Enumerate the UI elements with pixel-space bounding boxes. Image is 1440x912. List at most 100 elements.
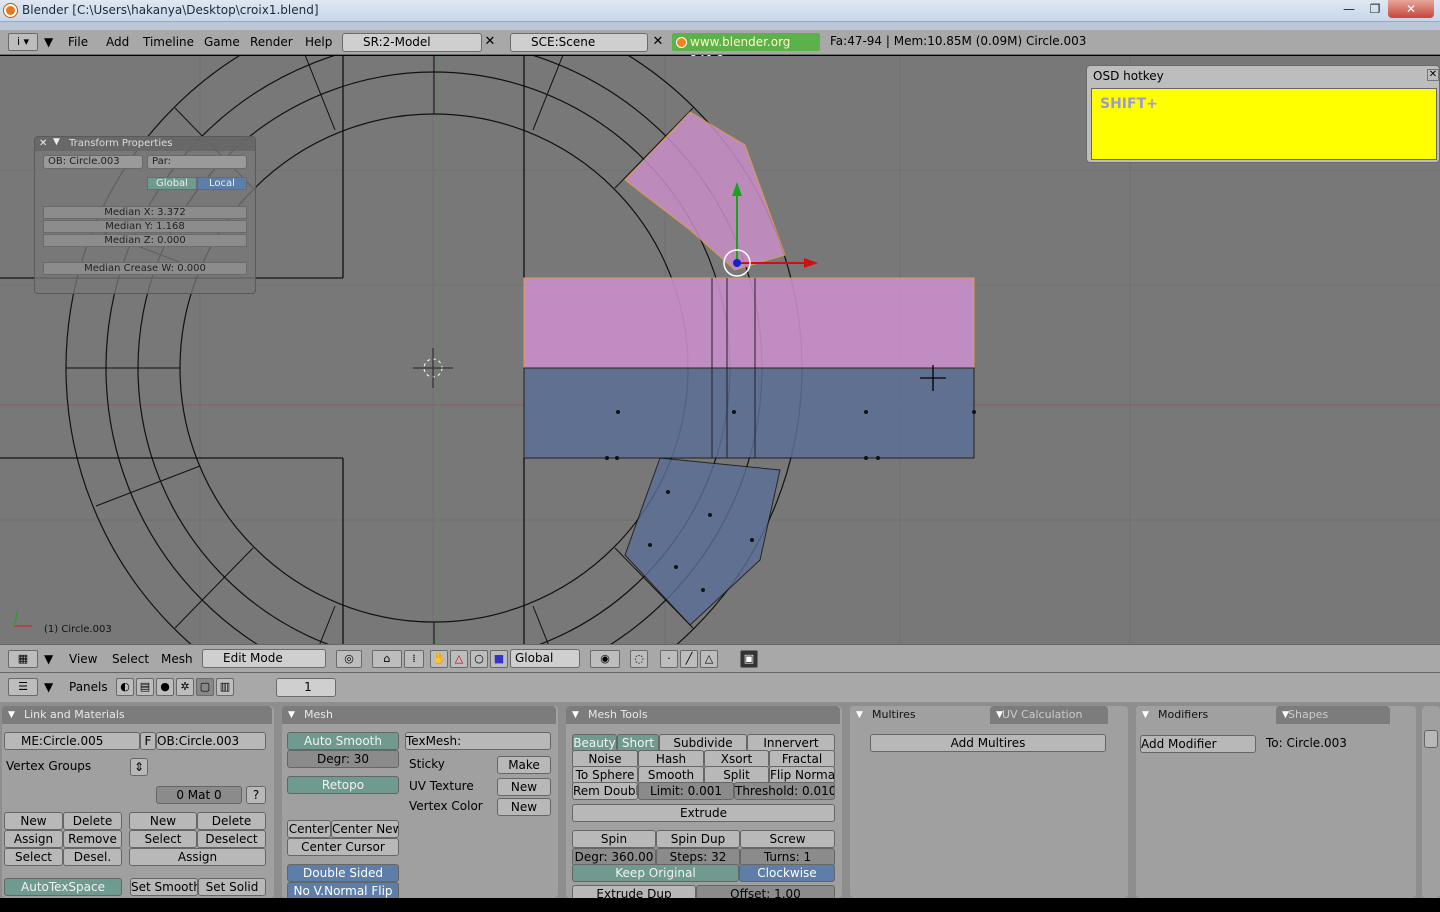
proportional-edit-icon[interactable]: ◉: [590, 650, 620, 668]
mode-selector[interactable]: Edit Mode: [202, 649, 326, 668]
logic-icon[interactable]: ◐: [116, 678, 134, 696]
magnet-icon[interactable]: ◌: [630, 650, 648, 668]
script-icon[interactable]: ▤: [136, 678, 154, 696]
clockwise-toggle[interactable]: Clockwise: [739, 864, 835, 882]
spin-dup-button[interactable]: Spin Dup: [656, 830, 740, 848]
spin-button[interactable]: Spin: [572, 830, 656, 848]
scene-selector[interactable]: SCE:Scene: [510, 33, 648, 52]
texmesh-field[interactable]: TexMesh:: [405, 732, 551, 750]
set-smooth-button[interactable]: Set Smooth: [130, 878, 198, 896]
vertex-group-menu-icon[interactable]: ⇕: [130, 758, 148, 776]
uv-calculation-tab[interactable]: UV Calculation: [990, 706, 1108, 724]
menu-mesh[interactable]: Mesh: [161, 652, 193, 666]
face-select-icon[interactable]: △: [700, 650, 718, 668]
center-new-button[interactable]: Center New: [331, 820, 399, 838]
multires-tab[interactable]: Multires: [850, 706, 988, 724]
menu-timeline[interactable]: Timeline: [143, 35, 194, 49]
menu-file[interactable]: File: [68, 35, 88, 49]
object-icon[interactable]: ✲: [176, 678, 194, 696]
vgroup-new-button[interactable]: New: [4, 812, 63, 830]
menu-help[interactable]: Help: [305, 35, 332, 49]
local-toggle[interactable]: Local: [197, 177, 247, 190]
close-window-button[interactable]: ✕: [1388, 0, 1434, 18]
mesh-datablock-field[interactable]: ME:Circle.005: [4, 732, 140, 750]
global-toggle[interactable]: Global: [147, 177, 197, 190]
object-name-field[interactable]: OB: Circle.003: [43, 155, 143, 169]
scene-icon[interactable]: ▥: [216, 678, 234, 696]
extrude-button[interactable]: Extrude: [572, 804, 835, 822]
median-z-field[interactable]: Median Z: 0.000: [43, 234, 247, 247]
parent-field[interactable]: Par:: [147, 155, 247, 169]
delete-scene-icon[interactable]: ✕: [650, 33, 666, 52]
pivot-icon[interactable]: ⌂: [372, 650, 402, 668]
vertex-select-icon[interactable]: ·: [660, 650, 678, 668]
mesh-tab[interactable]: Mesh: [282, 706, 556, 724]
limit-field[interactable]: Limit: 0.001: [638, 782, 734, 800]
center-button[interactable]: Center: [287, 820, 331, 838]
material-index-field[interactable]: 0 Mat 0: [156, 786, 242, 804]
menu-add[interactable]: Add: [106, 35, 129, 49]
info-icon[interactable]: i ▾: [8, 33, 38, 51]
osd-close-icon[interactable]: ✕: [1427, 69, 1439, 81]
edge-select-icon[interactable]: ╱: [680, 650, 698, 668]
translate-icon[interactable]: △: [450, 650, 468, 668]
buttons-editor-type-icon[interactable]: ☰: [8, 678, 38, 696]
smooth-degree-field[interactable]: Degr: 30: [287, 750, 399, 768]
rotate-icon[interactable]: ○: [470, 650, 488, 668]
shading-icon[interactable]: ●: [156, 678, 174, 696]
collapse-header-icon[interactable]: ▼: [44, 652, 53, 666]
median-crease-field[interactable]: Median Crease W: 0.000: [43, 262, 247, 275]
center-cursor-button[interactable]: Center Cursor: [287, 838, 399, 856]
median-x-field[interactable]: Median X: 3.372: [43, 206, 247, 219]
render-view-icon[interactable]: ▣: [740, 650, 758, 668]
threshold-field[interactable]: Threshold: 0.010: [734, 782, 835, 800]
auto-smooth-toggle[interactable]: Auto Smooth: [287, 732, 399, 750]
screw-button[interactable]: Screw: [740, 830, 835, 848]
menu-select[interactable]: Select: [112, 652, 149, 666]
material-delete-button[interactable]: Delete: [197, 812, 266, 830]
material-assign-button[interactable]: Assign: [129, 848, 266, 866]
delete-screen-icon[interactable]: ✕: [482, 33, 498, 52]
vgroup-remove-button[interactable]: Remove: [63, 830, 122, 848]
scale-icon[interactable]: ■: [490, 650, 508, 668]
material-select-button[interactable]: Select: [129, 830, 197, 848]
modifiers-tab[interactable]: Modifiers: [1136, 706, 1274, 724]
editing-icon[interactable]: ▢: [196, 678, 214, 696]
add-modifier-button[interactable]: Add Modifier: [1140, 735, 1256, 753]
autotexspace-toggle[interactable]: AutoTexSpace: [4, 878, 122, 896]
fake-user-toggle[interactable]: F: [140, 732, 156, 750]
add-multires-button[interactable]: Add Multires: [870, 734, 1106, 752]
hand-manipulator-icon[interactable]: ✋: [430, 650, 448, 668]
vgroup-deselect-button[interactable]: Desel.: [63, 848, 122, 866]
set-solid-button[interactable]: Set Solid: [198, 878, 266, 896]
link-materials-tab[interactable]: Link and Materials: [2, 706, 272, 724]
material-deselect-button[interactable]: Deselect: [197, 830, 266, 848]
draw-type-icon[interactable]: ◎: [336, 650, 362, 668]
keep-original-toggle[interactable]: Keep Original: [572, 864, 739, 882]
menu-view[interactable]: View: [69, 652, 97, 666]
double-sided-toggle[interactable]: Double Sided: [287, 864, 399, 882]
close-panel-icon[interactable]: ✕: [39, 138, 47, 149]
retopo-toggle[interactable]: Retopo: [287, 776, 399, 794]
orientation-selector[interactable]: Global: [510, 649, 580, 668]
blender-url-badge[interactable]: www.blender.org 249.2: [672, 33, 820, 67]
rem-doubles-button[interactable]: Rem Doubl: [572, 782, 638, 800]
vertex-color-new-button[interactable]: New: [497, 798, 551, 816]
collapse-menu-icon[interactable]: ▼: [44, 35, 53, 49]
frame-number-field[interactable]: 1: [276, 678, 336, 697]
menu-render[interactable]: Render: [250, 35, 293, 49]
vgroup-assign-button[interactable]: Assign: [4, 830, 63, 848]
mesh-tools-tab[interactable]: Mesh Tools: [566, 706, 840, 724]
shapes-tab[interactable]: Shapes: [1276, 706, 1390, 724]
uv-texture-new-button[interactable]: New: [497, 778, 551, 796]
screen-selector[interactable]: SR:2-Model: [342, 33, 482, 52]
object-datablock-field[interactable]: OB:Circle.003: [156, 732, 266, 750]
collapse-buttons-icon[interactable]: ▼: [44, 680, 53, 694]
editor-type-icon[interactable]: ▦: [8, 650, 38, 668]
maximize-button[interactable]: ❐: [1362, 0, 1388, 18]
vgroup-select-button[interactable]: Select: [4, 848, 63, 866]
median-y-field[interactable]: Median Y: 1.168: [43, 220, 247, 233]
vgroup-delete-button[interactable]: Delete: [63, 812, 122, 830]
sticky-make-button[interactable]: Make: [497, 756, 551, 774]
minimize-button[interactable]: —: [1336, 0, 1362, 18]
